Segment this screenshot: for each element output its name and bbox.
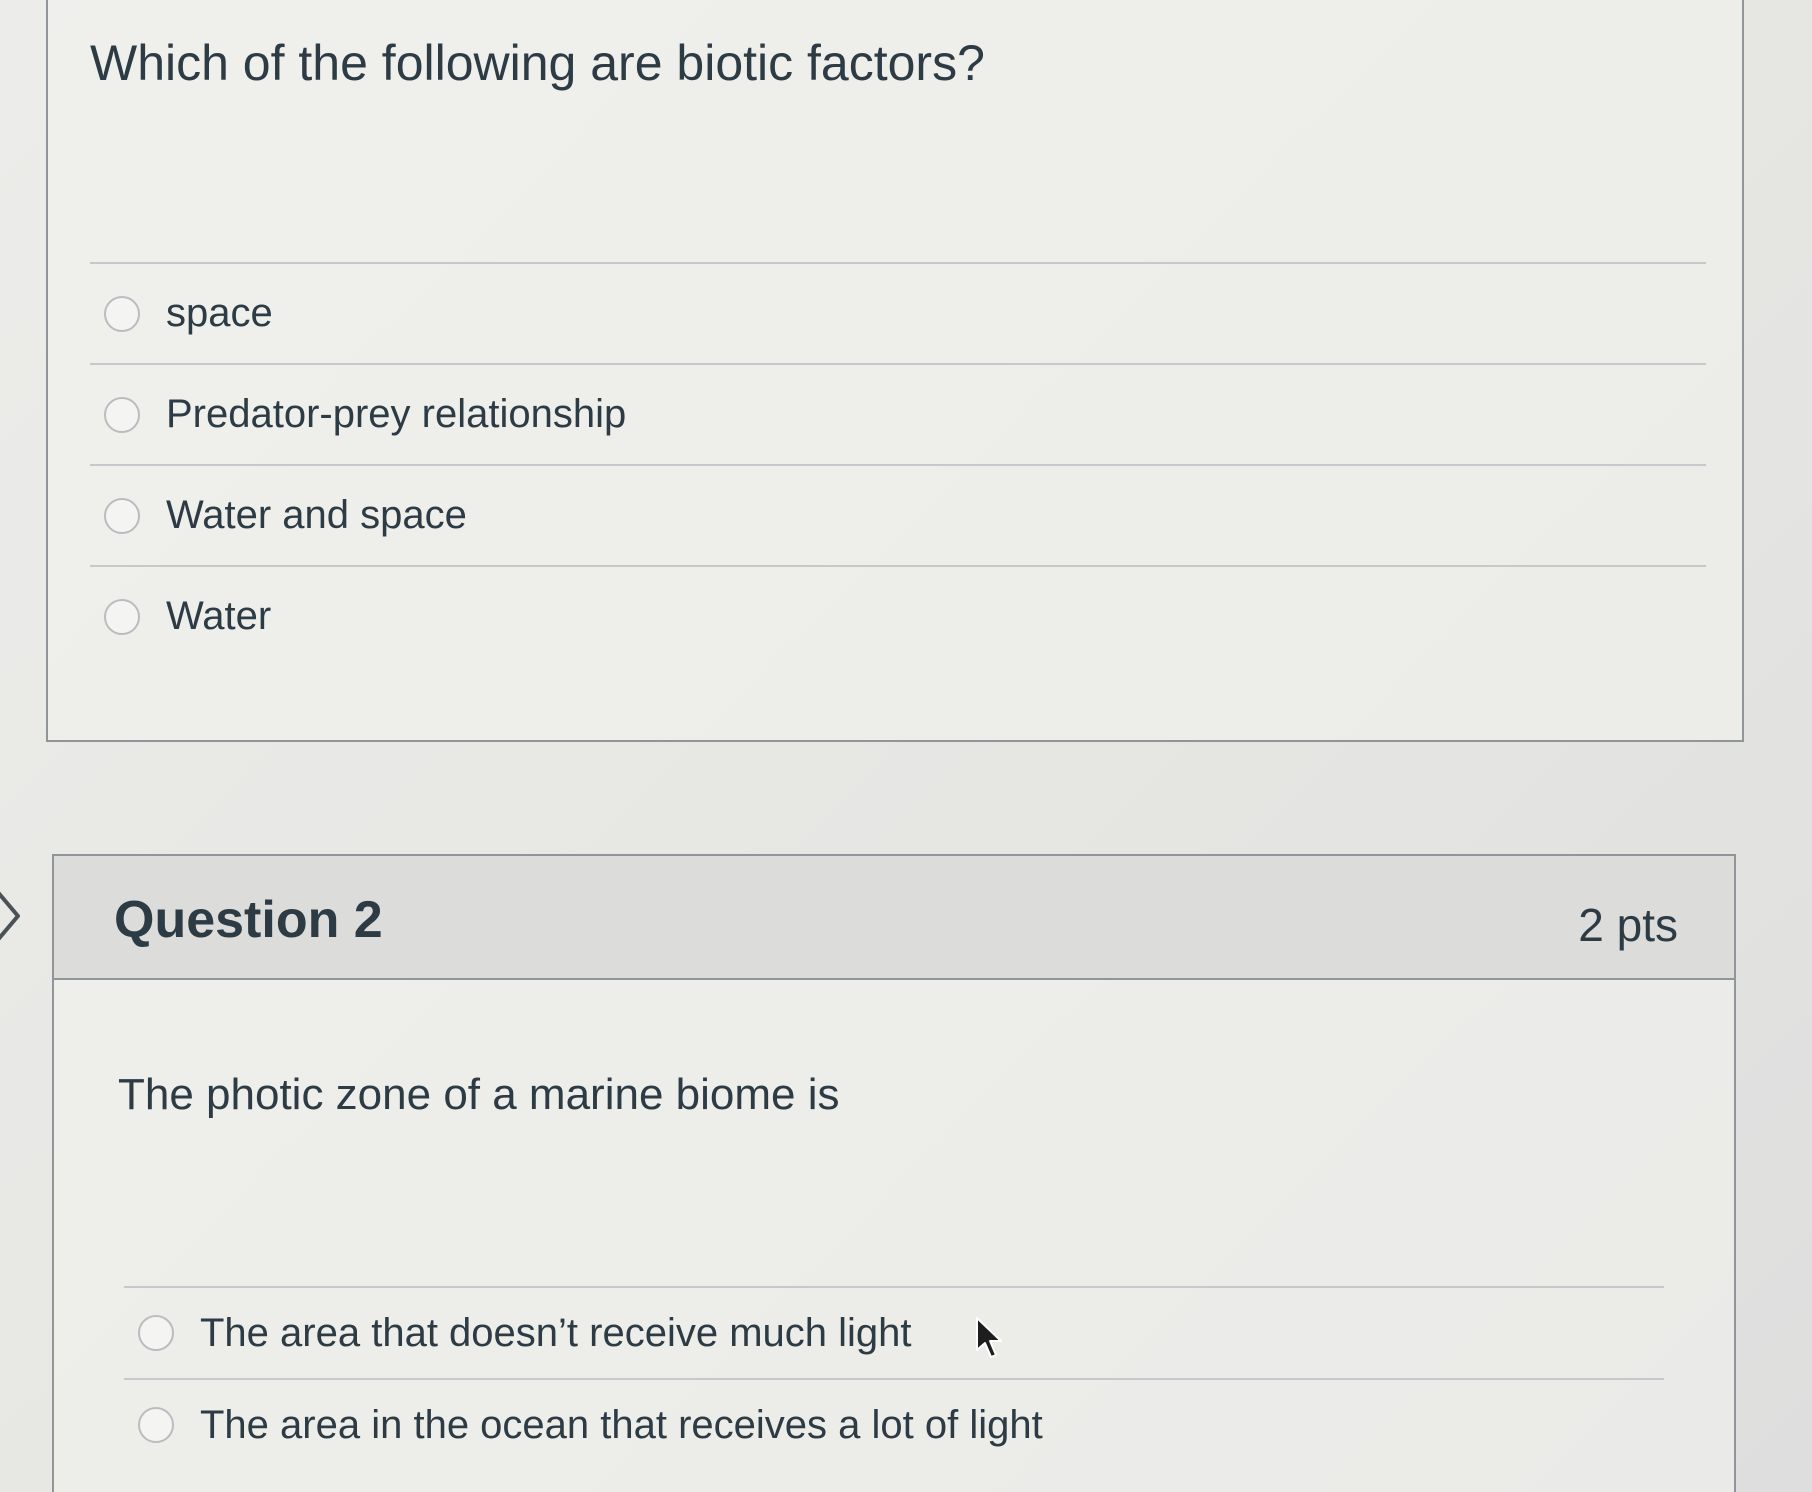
question-points: 2 pts xyxy=(1578,899,1678,951)
question-2-text: The photic zone of a marine biome is xyxy=(118,1070,840,1119)
answer-option[interactable]: Predator-prey relationship xyxy=(90,363,1706,464)
radio-button[interactable] xyxy=(104,396,140,433)
radio-button[interactable] xyxy=(104,598,140,635)
question-1-answers: space Predator-prey relationship Water a… xyxy=(90,262,1706,666)
radio-button[interactable] xyxy=(104,295,140,332)
question-1-card: Which of the following are biotic factor… xyxy=(46,0,1744,742)
question-2-header: Question 2 2 pts xyxy=(54,856,1734,980)
quiz-page: Which of the following are biotic factor… xyxy=(0,0,1812,1492)
radio-button[interactable] xyxy=(138,1407,174,1443)
question-2-title: Question 2 xyxy=(114,891,383,949)
answer-label: Water xyxy=(166,594,272,638)
question-2-card: Question 2 2 pts The photic zone of a ma… xyxy=(52,854,1736,1492)
answer-label: The area in the ocean that receives a lo… xyxy=(200,1402,1043,1447)
answer-option[interactable]: Water and space xyxy=(90,464,1706,565)
answer-option[interactable]: The area that doesn’t receive much light xyxy=(124,1286,1664,1378)
answer-label: The area that doesn’t receive much light xyxy=(200,1310,912,1355)
answer-option[interactable]: The area in the ocean that receives a lo… xyxy=(124,1378,1664,1470)
mouse-pointer-icon xyxy=(976,1317,1002,1358)
radio-button[interactable] xyxy=(104,497,140,534)
chevron-right-icon[interactable] xyxy=(0,886,28,946)
answer-label: space xyxy=(166,291,273,335)
answer-label: Water and space xyxy=(166,493,467,537)
answer-option[interactable]: space xyxy=(90,262,1706,363)
answer-option[interactable]: Water xyxy=(90,565,1706,666)
radio-button[interactable] xyxy=(138,1315,174,1351)
question-2-answers: The area that doesn’t receive much light… xyxy=(124,1286,1664,1470)
answer-label: Predator-prey relationship xyxy=(166,392,627,436)
question-1-text: Which of the following are biotic factor… xyxy=(90,35,985,91)
